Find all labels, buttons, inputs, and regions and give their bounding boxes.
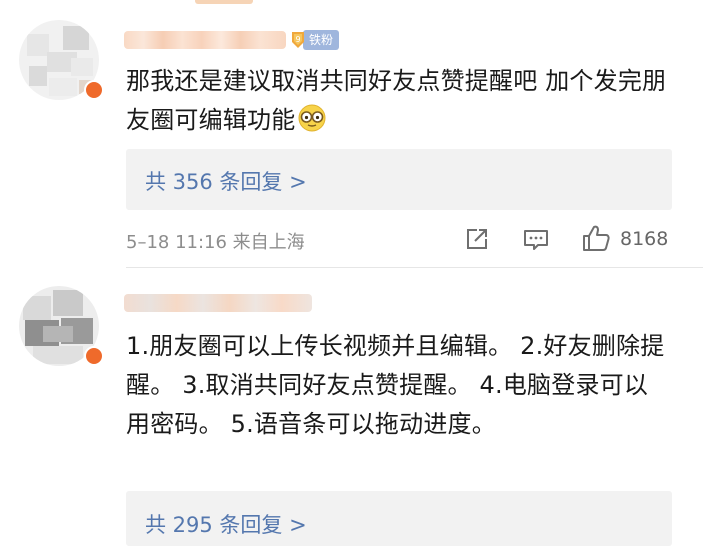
vip-badge-icon xyxy=(84,80,104,100)
fan-badge: 9 铁粉 xyxy=(290,29,340,51)
glasses-face-emoji-icon xyxy=(298,104,326,132)
svg-text:9: 9 xyxy=(295,35,300,44)
like-thumb-icon[interactable] xyxy=(581,224,611,252)
vip-badge-icon xyxy=(84,346,104,366)
comment-divider xyxy=(126,267,703,268)
comment-feed: 9 铁粉 那我还是建议取消共同好友点赞提醒吧 加个发完朋友圈可编辑功能 共 35… xyxy=(0,0,703,546)
fan-crest-icon: 9 xyxy=(292,32,304,48)
view-replies-link[interactable]: 共 356 条回复 > xyxy=(145,166,307,196)
comment-icon[interactable] xyxy=(522,228,550,252)
reply-box[interactable]: 共 356 条回复 > xyxy=(126,149,672,210)
username-blurred[interactable] xyxy=(124,294,312,312)
reply-box[interactable]: 共 295 条回复 > xyxy=(126,491,672,546)
view-replies-link[interactable]: 共 295 条回复 > xyxy=(145,509,307,539)
comment-text: 那我还是建议取消共同好友点赞提醒吧 加个发完朋友圈可编辑功能 xyxy=(126,67,667,134)
username-blurred[interactable] xyxy=(124,31,286,49)
timestamp-location: 5–18 11:16 来自上海 xyxy=(126,232,305,253)
top-edge-highlight xyxy=(195,0,253,4)
like-count: 8168 xyxy=(620,228,669,250)
comment-text: 1.朋友圈可以上传长视频并且编辑。 2.好友删除提醒。 3.取消共同好友点赞提醒… xyxy=(126,332,665,438)
comment-body: 1.朋友圈可以上传长视频并且编辑。 2.好友删除提醒。 3.取消共同好友点赞提醒… xyxy=(126,327,671,444)
fan-badge-label: 铁粉 xyxy=(303,30,340,50)
comment-body: 那我还是建议取消共同好友点赞提醒吧 加个发完朋友圈可编辑功能 xyxy=(126,62,686,140)
share-icon[interactable] xyxy=(464,227,490,251)
